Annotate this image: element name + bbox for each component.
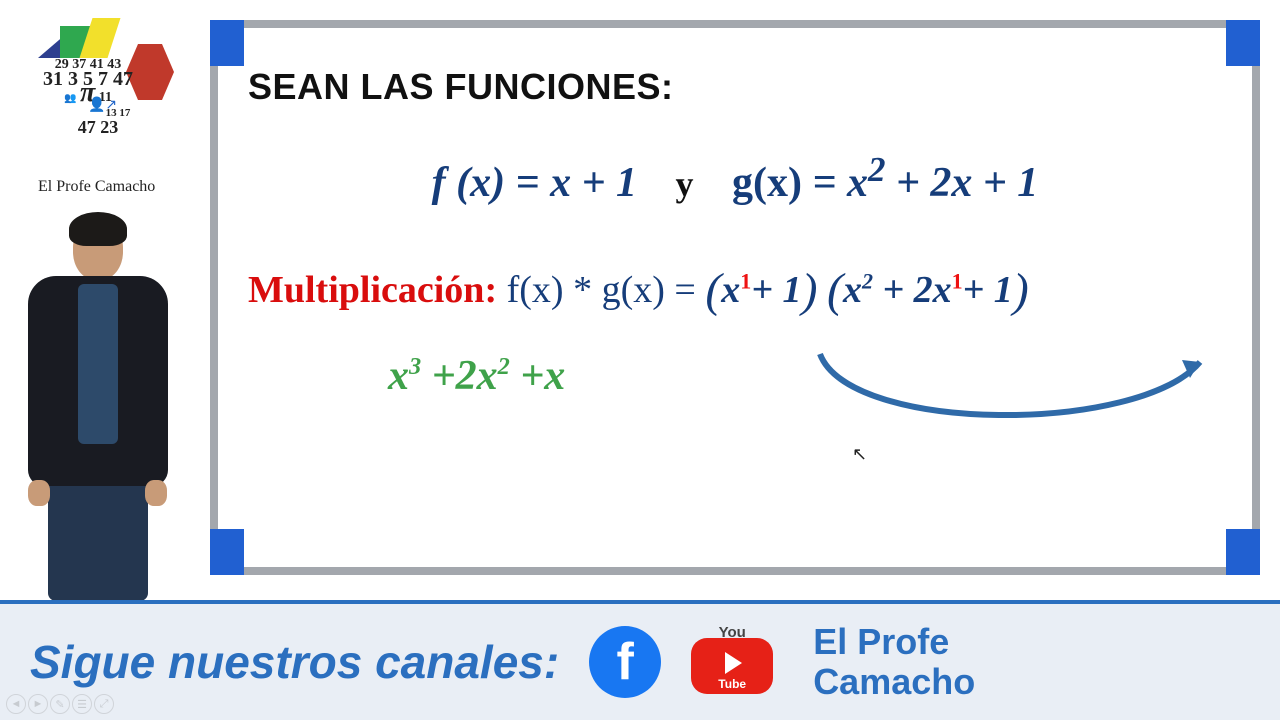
menu-icon[interactable]: ☰ xyxy=(72,694,92,714)
zoom-icon[interactable]: ⤢ xyxy=(94,694,114,714)
presentation-controls[interactable]: ◄ ► ✎ ☰ ⤢ xyxy=(6,694,114,714)
f-rhs: x + 1 xyxy=(550,160,637,206)
prev-slide-icon[interactable]: ◄ xyxy=(6,694,26,714)
footer-bar: Sigue nuestros canales: f You Tube El Pr… xyxy=(0,600,1280,720)
youtube-icon[interactable]: You Tube xyxy=(691,626,773,698)
logo-script-name: El Profe Camacho xyxy=(38,178,155,196)
channel-logo: 29 37 41 43 31 3 5 7 47 👥 π 11 13 17 47 … xyxy=(18,18,188,188)
board-heading: SEAN LAS FUNCIONES: xyxy=(248,66,1222,108)
g-of-x: g(x) xyxy=(732,160,802,206)
multiplication-label: Multiplicación: xyxy=(248,269,497,311)
presenter-person xyxy=(10,218,185,598)
board-corner xyxy=(210,529,244,575)
whiteboard: SEAN LAS FUNCIONES: f (x) = x + 1 y g(x)… xyxy=(210,20,1260,575)
left-column: 29 37 41 43 31 3 5 7 47 👥 π 11 13 17 47 … xyxy=(10,18,195,598)
next-slide-icon[interactable]: ► xyxy=(28,694,48,714)
multiplication-row: Multiplicación: f(x) * g(x) = (x1+ 1) (x… xyxy=(248,263,1222,318)
teacher-icon: 👤↗ xyxy=(88,96,117,113)
exponent-red: 1 xyxy=(740,268,751,293)
logo-num-row: 47 23 xyxy=(38,120,158,134)
cursor-icon: ↖ xyxy=(852,444,867,465)
fgx-expression: f(x) * g(x) = xyxy=(507,269,696,311)
board-corner xyxy=(1226,529,1260,575)
exponent-red: 1 xyxy=(952,268,963,293)
logo-parallelogram-yellow xyxy=(80,18,121,58)
distribution-arrow xyxy=(790,354,1220,434)
footer-cta: Sigue nuestros canales: xyxy=(30,635,559,689)
functions-definition: f (x) = x + 1 y g(x) = x2 + 2x + 1 xyxy=(248,150,1222,207)
f-of-x: f (x) xyxy=(432,160,505,206)
board-corner xyxy=(1226,20,1260,66)
logo-num-row: 17 xyxy=(119,107,130,119)
board-corner xyxy=(210,20,244,66)
facebook-icon[interactable]: f xyxy=(589,626,661,698)
and-conjunction: y xyxy=(676,164,694,204)
pen-icon[interactable]: ✎ xyxy=(50,694,70,714)
channel-name: El Profe Camacho xyxy=(813,622,975,703)
